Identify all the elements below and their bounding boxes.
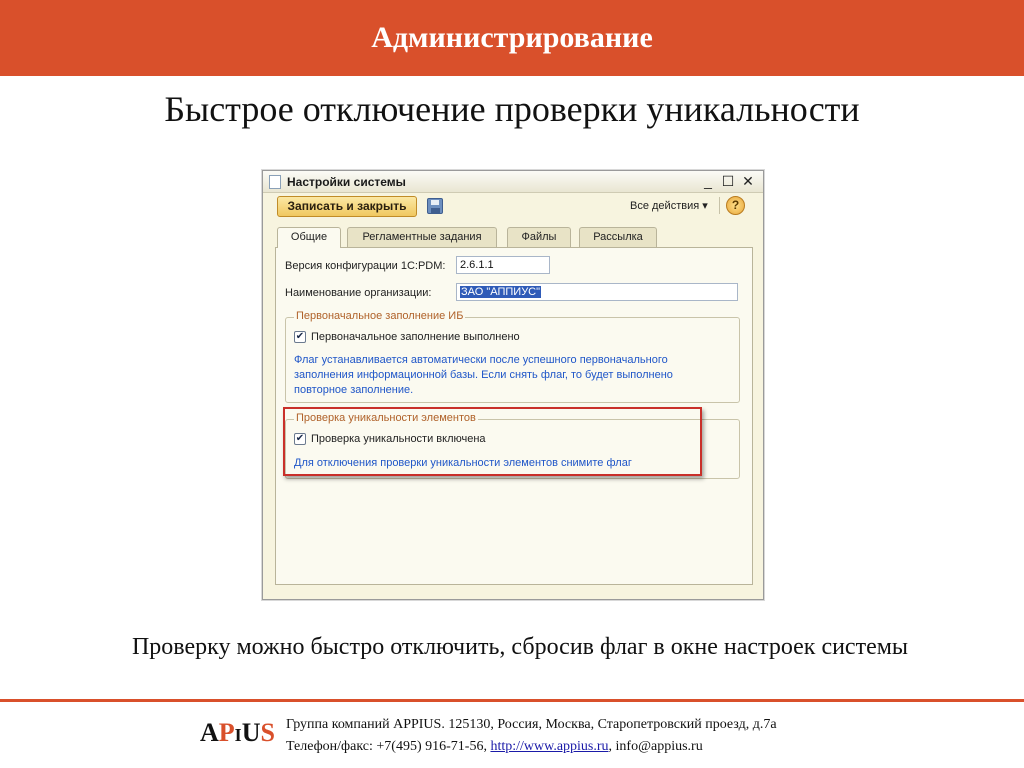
help-icon[interactable]: ? — [726, 196, 745, 215]
header-title: Администрирование — [371, 21, 653, 54]
toolbar-divider — [719, 197, 720, 214]
window-titlebar[interactable]: Настройки системы _ ☐ ✕ — [263, 171, 763, 193]
initial-fill-checkbox-label: Первоначальное заполнение выполнено — [311, 331, 520, 343]
document-icon — [269, 175, 281, 189]
tab-files[interactable]: Файлы — [507, 227, 571, 247]
maximize-button[interactable]: ☐ — [719, 172, 737, 190]
initial-fill-hint: Флаг устанавливается автоматически после… — [294, 353, 673, 398]
footer-phone-line: Телефон/факс: +7(495) 916-71-56, http://… — [286, 736, 777, 758]
footer-website-link[interactable]: http://www.appius.ru — [490, 739, 608, 754]
floppy-disk-icon[interactable] — [427, 198, 443, 214]
tab-general[interactable]: Общие — [277, 227, 341, 248]
close-button[interactable]: ✕ — [739, 172, 757, 190]
header-band: Администрирование — [0, 0, 1024, 76]
org-name-field[interactable]: ЗАО "АППИУС" — [456, 283, 738, 301]
config-version-label: Версия конфигурации 1С:PDM: — [285, 260, 446, 272]
all-actions-menu[interactable]: Все действия ▾ — [630, 199, 708, 212]
tab-scheduled-jobs[interactable]: Регламентные задания — [347, 227, 497, 247]
org-name-value: ЗАО "АППИУС" — [460, 286, 542, 298]
footer-contacts: Группа компаний APPIUS. 125130, Россия, … — [286, 714, 777, 758]
settings-window: Настройки системы _ ☐ ✕ Записать и закры… — [262, 170, 764, 600]
highlight-frame — [283, 407, 702, 476]
initial-fill-hint-line: повторное заполнение. — [294, 384, 414, 396]
minimize-button[interactable]: _ — [699, 172, 717, 190]
initial-fill-hint-line: Флаг устанавливается автоматически после… — [294, 354, 668, 366]
initial-fill-hint-line: заполнения информационной базы. Если сня… — [294, 369, 673, 381]
window-title: Настройки системы — [287, 175, 406, 189]
footer-address: Группа компаний APPIUS. 125130, Россия, … — [286, 717, 777, 732]
initial-fill-group-title: Первоначальное заполнение ИБ — [294, 310, 466, 322]
footer-divider — [0, 699, 1024, 702]
footer-phone: Телефон/факс: +7(495) 916-71-56, — [286, 739, 491, 754]
appius-logo: APIUS — [200, 718, 275, 747]
config-version-field[interactable]: 2.6.1.1 — [456, 256, 550, 274]
org-name-label: Наименование организации: — [285, 287, 432, 299]
save-and-close-button[interactable]: Записать и закрыть — [277, 196, 417, 217]
tab-mailing[interactable]: Рассылка — [579, 227, 657, 247]
slide-title: Быстрое отключение проверки уникальности — [164, 89, 860, 129]
initial-fill-checkbox[interactable]: ✔ — [294, 331, 306, 343]
slide-caption: Проверку можно быстро отключить, сбросив… — [131, 634, 909, 660]
footer-email: , info@appius.ru — [608, 739, 703, 754]
